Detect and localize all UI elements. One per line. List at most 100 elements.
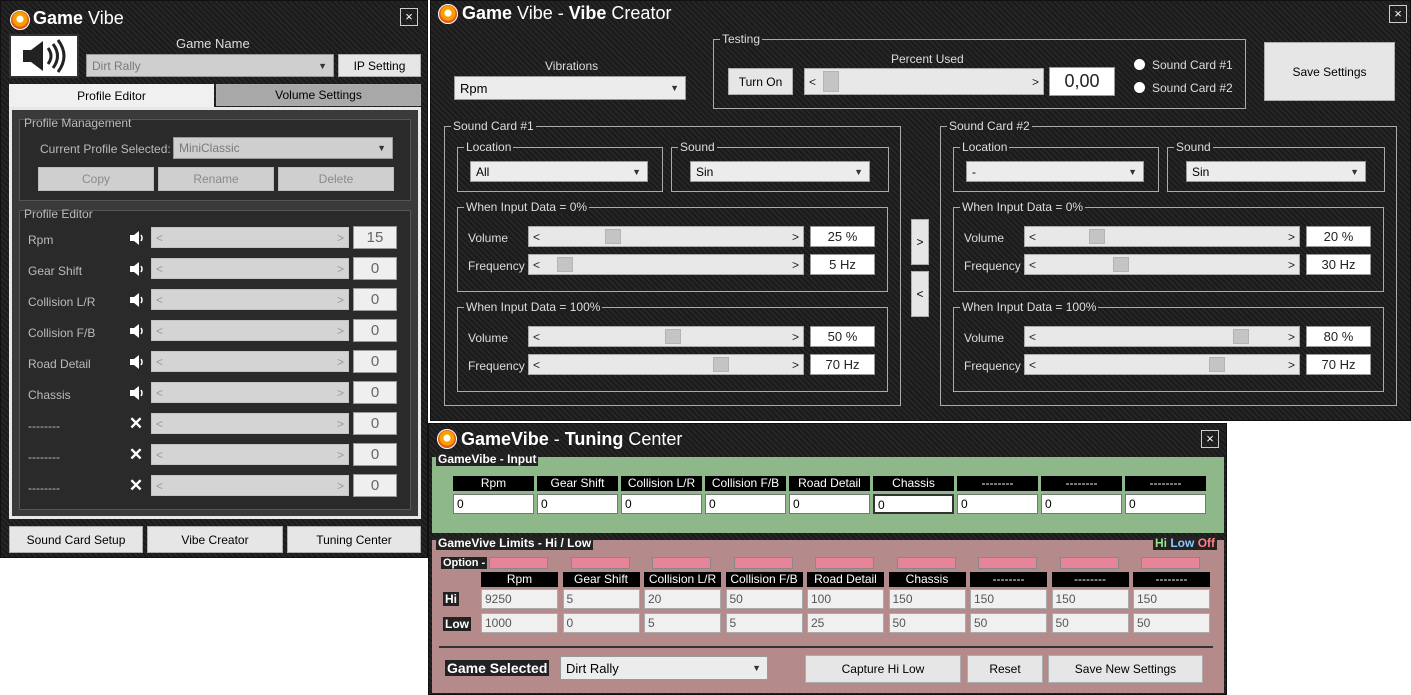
profile-row-slider[interactable]: < > <box>151 444 349 465</box>
slider-thumb[interactable] <box>823 71 839 92</box>
x-icon[interactable]: ✕ <box>127 414 145 434</box>
close-button[interactable]: × <box>400 8 418 26</box>
option-toggle[interactable] <box>1059 557 1119 569</box>
ip-setting-button[interactable]: IP Setting <box>338 54 421 77</box>
input-value-field[interactable]: 0 <box>537 494 618 514</box>
input-value-field[interactable]: 0 <box>1125 494 1206 514</box>
delete-button[interactable]: Delete <box>278 167 394 191</box>
sound-card-2-radio[interactable] <box>1134 82 1145 93</box>
profile-row-label: Collision L/R <box>28 295 96 309</box>
volume-slider[interactable]: < > <box>1024 326 1300 347</box>
close-button[interactable]: × <box>1201 430 1219 448</box>
slider-thumb[interactable] <box>1209 357 1225 372</box>
reset-button[interactable]: Reset <box>967 655 1043 683</box>
hi-value-field[interactable]: 100 <box>807 589 884 609</box>
volume-slider[interactable]: < > <box>1024 226 1300 247</box>
location-select[interactable]: - ▼ <box>966 161 1144 182</box>
frequency-label: Frequency <box>468 259 525 273</box>
input-value-field[interactable]: 0 <box>873 494 954 514</box>
chevron-down-icon: ▼ <box>318 60 327 71</box>
low-value-field[interactable]: 50 <box>970 613 1047 633</box>
profile-row-slider[interactable]: < > <box>151 289 349 310</box>
sound-select[interactable]: Sin ▼ <box>690 161 870 182</box>
hi-value-field[interactable]: 150 <box>888 589 966 609</box>
option-toggle[interactable] <box>1141 557 1200 569</box>
hi-value-field[interactable]: 150 <box>1051 589 1129 609</box>
profile-row-slider[interactable]: < > <box>151 320 349 341</box>
vibe-creator-button[interactable]: Vibe Creator <box>147 526 283 553</box>
option-toggle[interactable] <box>978 557 1037 569</box>
slider-thumb[interactable] <box>1089 229 1105 244</box>
hi-value-field[interactable]: 20 <box>644 589 721 609</box>
option-toggle[interactable] <box>733 557 793 569</box>
input-value-field[interactable]: 0 <box>621 494 702 514</box>
sound-select[interactable]: Sin ▼ <box>1186 161 1366 182</box>
slider-thumb[interactable] <box>1113 257 1129 272</box>
input-value-field[interactable]: 0 <box>705 494 786 514</box>
frequency-slider[interactable]: < > <box>1024 254 1300 275</box>
frequency-slider[interactable]: < > <box>528 254 804 275</box>
profile-row-slider[interactable]: < > <box>151 382 349 403</box>
slider-thumb[interactable] <box>713 357 729 372</box>
option-toggle[interactable] <box>570 557 630 569</box>
hi-value-field[interactable]: 9250 <box>481 589 558 609</box>
hi-value-field[interactable]: 50 <box>725 589 803 609</box>
slider-thumb[interactable] <box>665 329 681 344</box>
low-value-field[interactable]: 50 <box>1133 613 1210 633</box>
x-icon[interactable]: ✕ <box>127 445 145 465</box>
input-value-field[interactable]: 0 <box>1041 494 1122 514</box>
volume-slider[interactable]: < > <box>528 326 804 347</box>
hi-value-field[interactable]: 150 <box>970 589 1047 609</box>
tuning-center-button[interactable]: Tuning Center <box>287 526 421 553</box>
game-name-label: Game Name <box>176 36 250 51</box>
game-name-select[interactable]: Dirt Rally ▼ <box>86 54 334 77</box>
low-value-field[interactable]: 1000 <box>481 613 558 633</box>
option-toggle[interactable] <box>652 557 711 569</box>
low-value-field[interactable]: 25 <box>807 613 884 633</box>
option-toggle[interactable] <box>489 557 548 569</box>
profile-row-slider[interactable]: < > <box>151 475 349 496</box>
x-icon[interactable]: ✕ <box>127 476 145 496</box>
input-value-field[interactable]: 0 <box>453 494 534 514</box>
copy-to-card-2-button[interactable]: > <box>911 219 929 265</box>
game-selected-select[interactable]: Dirt Rally ▼ <box>560 656 768 680</box>
tab-volume-settings[interactable]: Volume Settings <box>216 84 421 106</box>
capture-hi-low-button[interactable]: Capture Hi Low <box>805 655 961 683</box>
low-value-field[interactable]: 5 <box>725 613 803 633</box>
low-value-field[interactable]: 50 <box>1051 613 1129 633</box>
low-value-field[interactable]: 50 <box>888 613 966 633</box>
input-title: GameVibe - Input <box>436 452 539 466</box>
slider-thumb[interactable] <box>1233 329 1249 344</box>
vibrations-select[interactable]: Rpm ▼ <box>454 76 686 100</box>
location-select[interactable]: All ▼ <box>470 161 648 182</box>
copy-to-card-1-button[interactable]: < <box>911 271 929 317</box>
input-value-field[interactable]: 0 <box>789 494 870 514</box>
profile-row-slider[interactable]: < > <box>151 413 349 434</box>
tab-profile-editor[interactable]: Profile Editor <box>9 84 214 108</box>
sound-card-setup-button[interactable]: Sound Card Setup <box>9 526 143 553</box>
slider-thumb[interactable] <box>605 229 621 244</box>
low-value-field[interactable]: 5 <box>644 613 721 633</box>
current-profile-select[interactable]: MiniClassic ▼ <box>173 137 393 159</box>
profile-row-slider[interactable]: < > <box>151 227 349 248</box>
save-settings-button[interactable]: Save Settings <box>1264 42 1395 101</box>
hi-value-field[interactable]: 5 <box>562 589 640 609</box>
low-value-field[interactable]: 0 <box>562 613 640 633</box>
volume-slider[interactable]: < > <box>528 226 804 247</box>
option-toggle[interactable] <box>896 557 956 569</box>
slider-thumb[interactable] <box>557 257 573 272</box>
copy-button[interactable]: Copy <box>38 167 154 191</box>
rename-button[interactable]: Rename <box>158 167 274 191</box>
input-value-field[interactable]: 0 <box>957 494 1038 514</box>
close-button[interactable]: × <box>1389 5 1407 23</box>
sound-card-1-radio[interactable] <box>1134 59 1145 70</box>
save-new-settings-button[interactable]: Save New Settings <box>1048 655 1203 683</box>
hi-value-field[interactable]: 150 <box>1133 589 1210 609</box>
profile-row-slider[interactable]: < > <box>151 351 349 372</box>
frequency-slider[interactable]: < > <box>1024 354 1300 375</box>
percent-used-slider[interactable]: < > <box>804 68 1044 95</box>
profile-row-slider[interactable]: < > <box>151 258 349 279</box>
frequency-slider[interactable]: < > <box>528 354 804 375</box>
option-toggle[interactable] <box>815 557 874 569</box>
turn-on-button[interactable]: Turn On <box>728 68 793 95</box>
